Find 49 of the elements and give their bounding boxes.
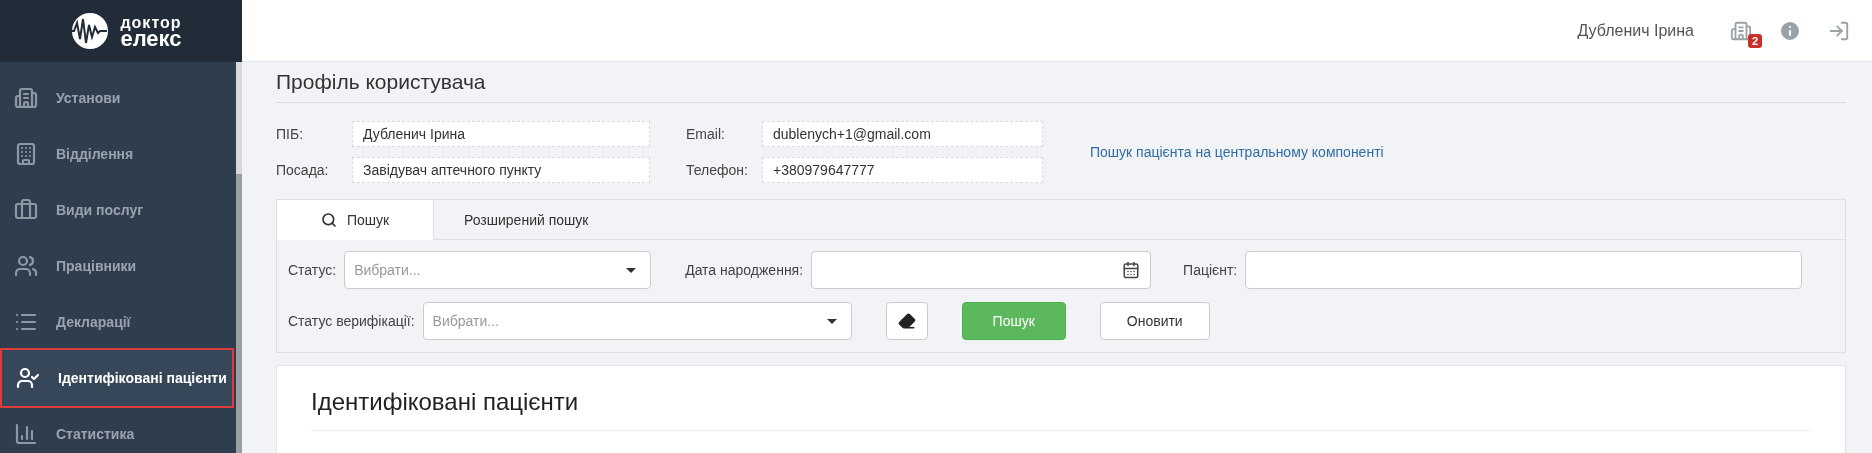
- logo-text: елекс: [120, 31, 182, 47]
- user-check-icon: [16, 366, 40, 390]
- eraser-icon: [897, 312, 916, 330]
- scrollbar[interactable]: [236, 62, 242, 453]
- briefcase-icon: [14, 198, 38, 222]
- building-icon: [14, 142, 38, 166]
- sidebar-item[interactable]: Відділення: [0, 126, 234, 182]
- date-field[interactable]: [811, 251, 1152, 289]
- user-name: Дубленич Ірина: [1577, 21, 1694, 40]
- field-label: Телефон:: [686, 162, 749, 178]
- page-title: Профіль користувача: [276, 62, 1846, 103]
- field-label: Email:: [686, 126, 726, 142]
- calendar-icon: [1122, 261, 1141, 279]
- field-value: dublenych+1@gmail.com: [762, 121, 1043, 147]
- refresh-button[interactable]: Оновити: [1099, 302, 1210, 340]
- field-label: Статус верифікації:: [288, 313, 415, 329]
- sidebar-item[interactable]: Статистика: [0, 406, 234, 453]
- field-value: +380979647777: [762, 157, 1043, 183]
- field-label: Пацієнт:: [1183, 262, 1238, 278]
- field-label: Дата народження:: [685, 262, 804, 278]
- field-label: ПІБ:: [276, 126, 305, 142]
- status-select[interactable]: Вибрати...: [344, 251, 652, 289]
- sidebar-item[interactable]: Види послуг: [0, 182, 234, 238]
- sidebar-item[interactable]: Декларації: [0, 294, 234, 350]
- notification-badge: 2: [1747, 33, 1762, 48]
- search-link[interactable]: Пошук пацієнта на центральному компоненті: [1090, 144, 1384, 160]
- card-title: Ідентифіковані пацієнти: [311, 388, 1811, 431]
- clear-button[interactable]: [885, 302, 928, 340]
- field-label: Статус:: [288, 262, 337, 278]
- verification-select[interactable]: Вибрати...: [422, 302, 852, 340]
- search-button[interactable]: Пошук: [961, 302, 1066, 340]
- caret-icon: [626, 267, 637, 273]
- tab[interactable]: Розширений пошук: [434, 200, 619, 240]
- field-value: Дубленич Ірина: [352, 121, 650, 147]
- tab[interactable]: Пошук: [277, 200, 434, 240]
- bar-chart-icon: [14, 422, 38, 446]
- caret-icon: [826, 318, 837, 324]
- search-icon: [320, 212, 337, 228]
- patient-field[interactable]: [1245, 251, 1803, 289]
- sidebar-item[interactable]: Установи: [0, 70, 234, 126]
- field-value: Завідувач аптечного пункту: [352, 157, 650, 183]
- buildings-icon: [14, 86, 38, 110]
- field-label: Посада:: [276, 162, 330, 178]
- people-icon: [14, 254, 38, 278]
- sidebar-item[interactable]: Працівники: [0, 238, 234, 294]
- logout-icon[interactable]: [1828, 19, 1850, 42]
- logo-text: доктор: [120, 15, 182, 31]
- sidebar-item[interactable]: Ідентифіковані пацієнти: [2, 350, 232, 406]
- buildings-icon[interactable]: [1730, 19, 1752, 42]
